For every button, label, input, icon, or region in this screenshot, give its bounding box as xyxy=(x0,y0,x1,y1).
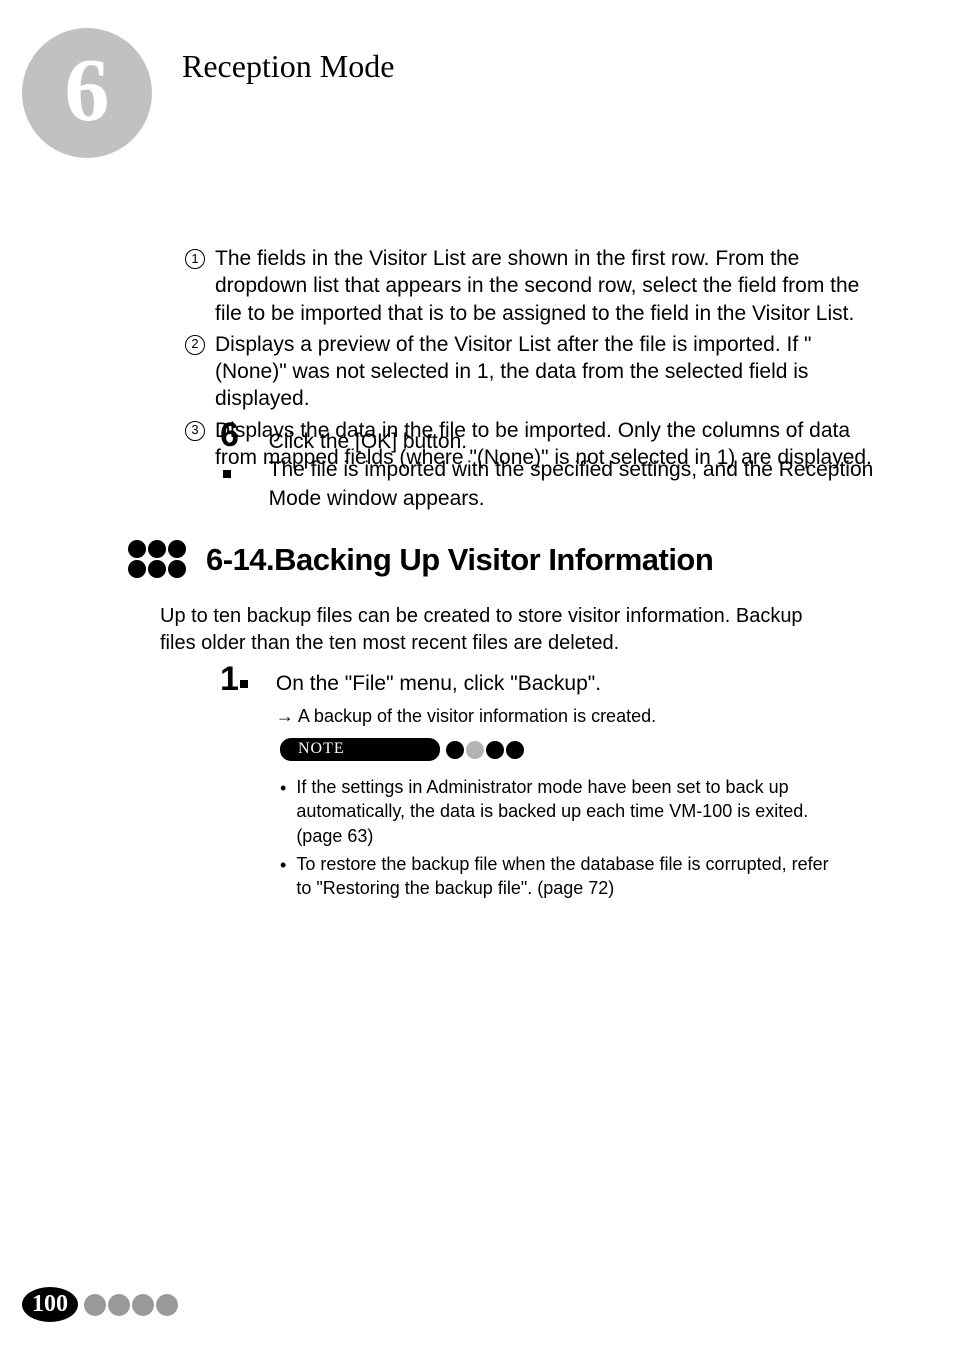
note-bullet-text: If the settings in Administrator mode ha… xyxy=(296,775,840,848)
page-number: 100 xyxy=(32,1291,68,1318)
step-number: 1 xyxy=(220,662,248,696)
chapter-badge: 6 xyxy=(22,28,152,158)
note-bullet-item: • If the settings in Administrator mode … xyxy=(280,775,840,848)
section-paragraph: Up to ten backup files can be created to… xyxy=(160,603,840,657)
footer: 100 xyxy=(22,1287,178,1322)
step-line: The file is imported with the specified … xyxy=(269,456,880,513)
step-line: On the "File" menu, click "Backup". xyxy=(276,670,656,698)
circled-number-icon: 2 xyxy=(185,335,205,355)
chapter-number: 6 xyxy=(65,46,110,136)
step-number-text: 6 xyxy=(220,416,237,454)
bullet-icon: • xyxy=(280,776,286,800)
result-text: A backup of the visitor information is c… xyxy=(298,706,656,726)
page-number-badge: 100 xyxy=(22,1287,78,1322)
arrow-icon: → xyxy=(276,706,294,726)
enumerated-text: The fields in the Visitor List are shown… xyxy=(215,245,875,327)
bullet-icon: • xyxy=(280,853,286,877)
enumerated-item-2: 2 Displays a preview of the Visitor List… xyxy=(185,331,875,413)
step-dot-icon xyxy=(223,470,231,478)
step-number: 6 xyxy=(220,418,241,486)
dots-grid-icon xyxy=(128,540,188,580)
note-dots-icon xyxy=(446,741,524,759)
enumerated-text: Displays a preview of the Visitor List a… xyxy=(215,331,875,413)
footer-dots-icon xyxy=(84,1294,178,1316)
section-heading: 6-14.Backing Up Visitor Information xyxy=(128,540,713,580)
step-body: Click the [OK] button. The file is impor… xyxy=(269,418,880,513)
note-header: NOTE xyxy=(280,738,840,761)
circled-number-icon: 1 xyxy=(185,249,205,269)
step-1: 1 On the "File" menu, click "Backup". →A… xyxy=(220,662,880,729)
step-number-text: 1 xyxy=(220,660,237,698)
enumerated-item-1: 1 The fields in the Visitor List are sho… xyxy=(185,245,875,327)
note-block: NOTE • If the settings in Administrator … xyxy=(280,738,840,904)
step-line: Click the [OK] button. xyxy=(269,428,880,456)
section-heading-text: 6-14.Backing Up Visitor Information xyxy=(206,542,713,578)
note-bullet-item: • To restore the backup file when the da… xyxy=(280,852,840,901)
circled-number-icon: 3 xyxy=(185,421,205,441)
note-bullet-text: To restore the backup file when the data… xyxy=(296,852,840,901)
note-label: NOTE xyxy=(280,738,440,761)
result-line: →A backup of the visitor information is … xyxy=(276,704,656,728)
note-bullets: • If the settings in Administrator mode … xyxy=(280,775,840,900)
step-body: On the "File" menu, click "Backup". →A b… xyxy=(276,662,656,729)
step-6: 6 Click the [OK] button. The file is imp… xyxy=(220,418,880,513)
step-dot-icon xyxy=(240,680,248,688)
chapter-title: Reception Mode xyxy=(182,48,394,85)
